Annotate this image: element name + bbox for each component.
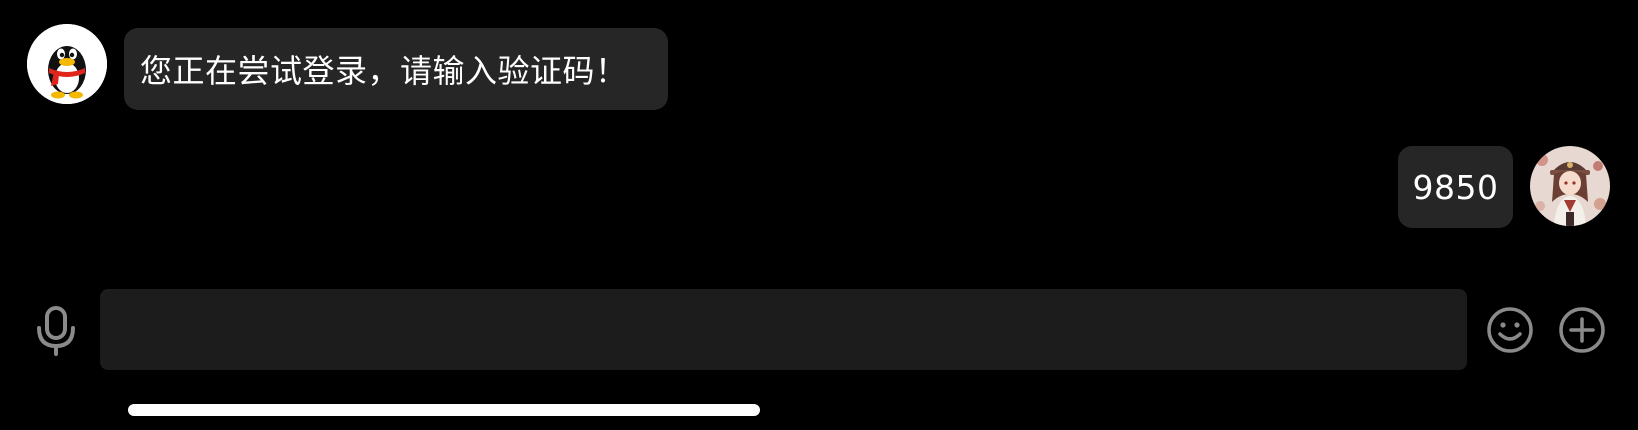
plus-circle-icon[interactable] <box>1558 306 1606 354</box>
bot-avatar[interactable] <box>27 24 107 104</box>
bot-message-text: 您正在尝试登录，请输入验证码！ <box>140 52 628 90</box>
bot-message-bubble[interactable]: 您正在尝试登录，请输入验证码！ <box>124 28 668 110</box>
anime-girl-avatar <box>1530 146 1610 226</box>
microphone-icon[interactable] <box>34 306 78 356</box>
user-message-text: 9850 <box>1412 167 1499 207</box>
user-avatar[interactable] <box>1530 146 1610 226</box>
qq-penguin-icon <box>27 24 107 104</box>
message-input[interactable] <box>100 289 1467 370</box>
smiley-face-icon[interactable] <box>1486 306 1534 354</box>
home-indicator[interactable] <box>128 404 760 416</box>
user-message-bubble[interactable]: 9850 <box>1398 146 1513 228</box>
